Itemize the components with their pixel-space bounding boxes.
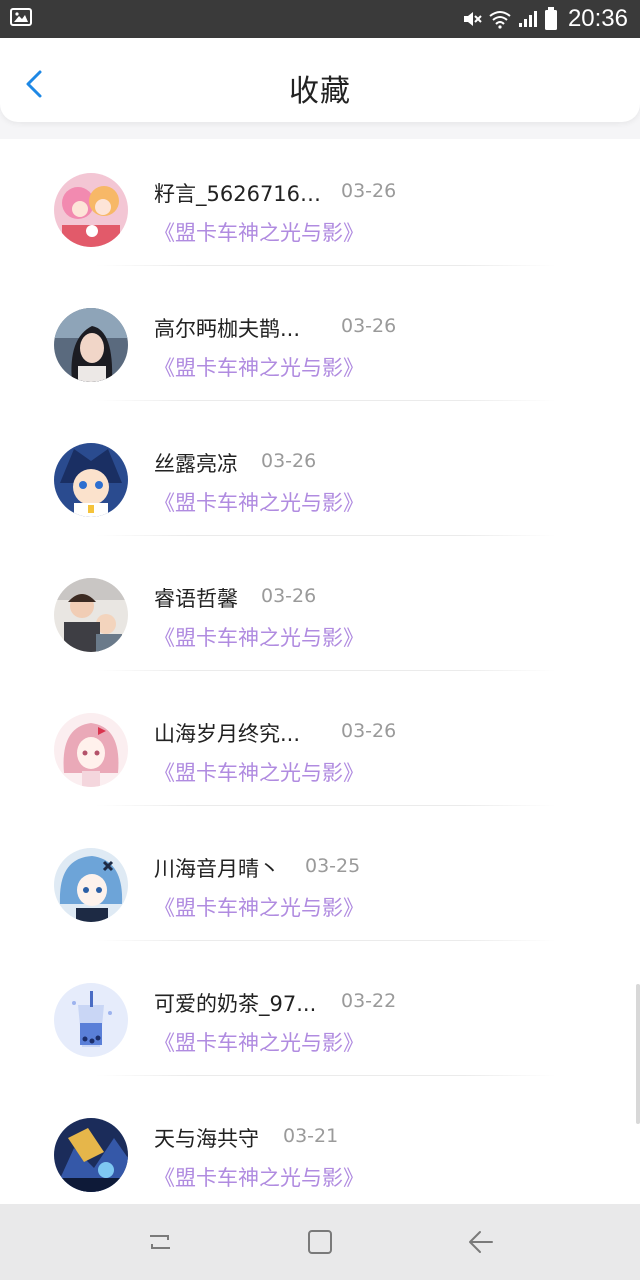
- work-title[interactable]: 《盟卡车神之光与影》: [154, 1162, 364, 1192]
- navigation-bar: [0, 1204, 640, 1280]
- list-item[interactable]: 高尔眄枷夫鹊... 03-26 《盟卡车神之光与影》: [0, 274, 640, 409]
- avatar[interactable]: [54, 983, 128, 1057]
- back-icon[interactable]: [464, 1226, 496, 1258]
- date: 03-21: [283, 1125, 339, 1147]
- header: 收藏: [0, 38, 640, 122]
- recent-apps-icon[interactable]: [144, 1226, 176, 1258]
- divider: [96, 670, 556, 671]
- avatar[interactable]: [54, 173, 128, 247]
- list-item[interactable]: 可爱的奶茶_97... 03-22 《盟卡车神之光与影》: [0, 949, 640, 1084]
- list-item[interactable]: 籽言_56267166... 03-26 《盟卡车神之光与影》: [0, 139, 640, 274]
- avatar[interactable]: [54, 1118, 128, 1192]
- date: 03-25: [305, 855, 361, 877]
- divider: [96, 265, 556, 266]
- wifi-icon: [489, 11, 511, 29]
- work-title[interactable]: 《盟卡车神之光与影》: [154, 217, 364, 247]
- work-title[interactable]: 《盟卡车神之光与影》: [154, 757, 364, 787]
- user-name: 高尔眄枷夫鹊...: [154, 317, 301, 341]
- date: 03-26: [341, 180, 397, 202]
- work-title[interactable]: 《盟卡车神之光与影》: [154, 892, 364, 922]
- list-item[interactable]: 山海岁月终究... 03-26 《盟卡车神之光与影》: [0, 679, 640, 814]
- divider: [96, 1075, 556, 1076]
- user-name: 籽言_56267166...: [154, 182, 324, 206]
- divider: [96, 805, 556, 806]
- avatar[interactable]: [54, 443, 128, 517]
- list-item[interactable]: 川海音月晴丶 03-25 《盟卡车神之光与影》: [0, 814, 640, 949]
- date: 03-26: [341, 315, 397, 337]
- favorites-list[interactable]: 籽言_56267166... 03-26 《盟卡车神之光与影》 高尔眄枷夫鹊..…: [0, 139, 640, 1205]
- user-name: 川海音月晴丶: [154, 857, 280, 881]
- user-name: 丝露亮凉: [154, 452, 238, 476]
- image-icon: [10, 8, 32, 26]
- user-name: 睿语哲馨: [154, 587, 238, 611]
- avatar[interactable]: [54, 848, 128, 922]
- work-title[interactable]: 《盟卡车神之光与影》: [154, 622, 364, 652]
- page-title: 收藏: [289, 74, 351, 109]
- status-bar: 20:36: [0, 0, 640, 38]
- battery-icon: [544, 7, 557, 30]
- mute-icon: [463, 12, 482, 26]
- divider: [96, 940, 556, 941]
- user-name: 天与海共守: [154, 1127, 259, 1151]
- scrollbar[interactable]: [636, 984, 640, 1124]
- date: 03-22: [341, 990, 397, 1012]
- status-time: 20:36: [567, 5, 628, 32]
- avatar[interactable]: [54, 713, 128, 787]
- divider: [96, 400, 556, 401]
- divider: [96, 535, 556, 536]
- date: 03-26: [261, 585, 317, 607]
- user-name: 山海岁月终究...: [154, 722, 301, 746]
- user-name: 可爱的奶茶_97...: [154, 992, 317, 1016]
- date: 03-26: [261, 450, 317, 472]
- work-title[interactable]: 《盟卡车神之光与影》: [154, 352, 364, 382]
- avatar[interactable]: [54, 308, 128, 382]
- home-icon[interactable]: [304, 1226, 336, 1258]
- work-title[interactable]: 《盟卡车神之光与影》: [154, 487, 364, 517]
- list-item[interactable]: 天与海共守 03-21 《盟卡车神之光与影》: [0, 1084, 640, 1205]
- date: 03-26: [341, 720, 397, 742]
- work-title[interactable]: 《盟卡车神之光与影》: [154, 1027, 364, 1057]
- list-item[interactable]: 睿语哲馨 03-26 《盟卡车神之光与影》: [0, 544, 640, 679]
- list-item[interactable]: 丝露亮凉 03-26 《盟卡车神之光与影》: [0, 409, 640, 544]
- avatar[interactable]: [54, 578, 128, 652]
- signal-icon: [518, 11, 537, 27]
